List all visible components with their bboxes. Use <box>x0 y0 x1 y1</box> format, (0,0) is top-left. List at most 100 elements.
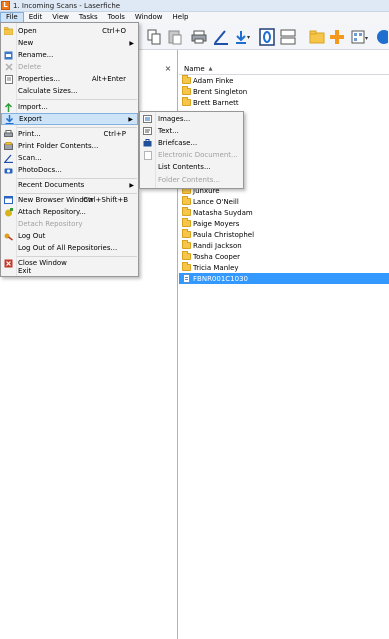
menu-item-label: Rename... <box>18 51 54 59</box>
folder-row[interactable]: Paige Moyers <box>179 218 389 229</box>
menu-item-label: Print... <box>18 130 41 138</box>
entry-name: Brett Barnett <box>193 98 239 107</box>
svg-text:▾: ▾ <box>365 35 368 42</box>
new-folder-icon <box>309 30 325 43</box>
menu-item-label: PhotoDocs... <box>18 166 62 174</box>
menu-item-label: Log Out <box>18 232 46 240</box>
file-menu: Open Ctrl+O New ▶ Rename... Delete Prope… <box>0 22 139 277</box>
folder-row[interactable]: Randi Jackson <box>179 240 389 251</box>
folder-row[interactable]: Tosha Cooper <box>179 251 389 262</box>
workflow-button[interactable] <box>373 27 389 46</box>
export-submenu: Images... Text... Briefcase... Electroni… <box>139 111 244 189</box>
copy-button[interactable] <box>146 27 162 46</box>
submenu-item-images[interactable]: Images... <box>140 113 243 125</box>
menu-item-open[interactable]: Open Ctrl+O <box>1 25 138 37</box>
menu-item-export[interactable]: Export ▶ <box>1 113 138 125</box>
svg-text:▾: ▾ <box>247 34 250 41</box>
menu-item-exit[interactable]: Exit <box>1 267 138 276</box>
folder-icon <box>182 207 191 216</box>
window-title: 1. Incoming Scans - Laserfiche <box>13 1 121 10</box>
menu-item-properties[interactable]: Properties... Alt+Enter <box>1 73 138 85</box>
metadata-icon <box>259 27 275 46</box>
log-out-icon <box>4 232 13 241</box>
submenu-item-briefcase[interactable]: Briefcase... <box>140 137 243 149</box>
menu-item-label: Detach Repository <box>18 220 83 228</box>
menu-item-label: Print Folder Contents... <box>18 142 99 150</box>
entry-name: Natasha Suydam <box>193 208 253 217</box>
paste-icon <box>168 30 182 44</box>
folder-row[interactable]: Tricia Manley <box>179 262 389 273</box>
add-button[interactable] <box>328 27 346 46</box>
briefcase-icon <box>143 139 152 148</box>
entry-name: Paula Christophel <box>193 230 255 239</box>
submenu-item-text[interactable]: Text... <box>140 125 243 137</box>
menu-item-new-browser-window[interactable]: New Browser Window Ctrl+Shift+B <box>1 194 138 206</box>
menu-item-attach-repository[interactable]: Attach Repository... <box>1 206 138 218</box>
paste-button[interactable] <box>167 27 183 46</box>
menu-item-label: Log Out of All Repositories... <box>18 244 118 252</box>
attach-repository-icon <box>4 207 13 217</box>
sort-ascending-icon: ▲ <box>208 66 213 72</box>
print-button[interactable] <box>190 27 208 46</box>
export-button[interactable]: ▾ <box>233 27 251 46</box>
folder-row[interactable]: Paula Christophel <box>179 229 389 240</box>
view-options-button[interactable]: ▾ <box>350 27 370 46</box>
menu-item-log-out-all[interactable]: Log Out of All Repositories... <box>1 242 138 254</box>
name-column-header[interactable]: Name ▲ <box>179 64 389 75</box>
menu-item-detach-repository[interactable]: Detach Repository <box>1 218 138 230</box>
name-column-label: Name <box>184 65 205 73</box>
metadata-button[interactable] <box>258 27 276 46</box>
menu-item-label: Scan... <box>18 154 42 162</box>
submenu-item-list-contents[interactable]: List Contents... <box>140 161 243 173</box>
menu-item-log-out[interactable]: Log Out <box>1 230 138 242</box>
submenu-item-folder-contents[interactable]: Folder Contents... <box>140 174 243 186</box>
menu-item-label: Exit <box>18 267 32 275</box>
menu-item-label: Recent Documents <box>18 181 85 189</box>
folder-icon <box>182 97 191 106</box>
view-options-icon: ▾ <box>351 30 368 43</box>
folder-row[interactable]: Brent Singleton <box>179 86 389 97</box>
folder-icon <box>182 196 191 205</box>
menu-item-label: Folder Contents... <box>158 176 221 184</box>
menu-item-label: Attach Repository... <box>18 208 86 216</box>
submenu-item-electronic-document[interactable]: Electronic Document... <box>140 149 243 161</box>
menu-item-label: Import... <box>18 103 48 111</box>
menu-item-print-folder-contents[interactable]: Print Folder Contents... <box>1 140 138 152</box>
layout-icon <box>280 29 296 44</box>
folder-icon <box>182 251 191 260</box>
copy-icon <box>147 29 161 44</box>
folder-row[interactable]: Lance O'Neill <box>179 196 389 207</box>
document-row[interactable]: FBNR001C1030 <box>179 273 389 284</box>
menu-item-calculate-sizes[interactable]: Calculate Sizes... <box>1 85 138 97</box>
close-pane-icon[interactable]: × <box>163 64 173 74</box>
thumbnails-button[interactable] <box>279 27 297 46</box>
scan-button[interactable] <box>212 27 230 46</box>
menu-item-shortcut: Ctrl+Shift+B <box>83 196 128 204</box>
menu-item-photodocs[interactable]: PhotoDocs... <box>1 164 138 176</box>
folder-icon <box>182 229 191 238</box>
new-window-icon <box>4 196 13 205</box>
entry-name: FBNR001C1030 <box>193 274 248 283</box>
menu-item-label: Calculate Sizes... <box>18 87 78 95</box>
menu-item-recent-documents[interactable]: Recent Documents ▶ <box>1 179 138 191</box>
menu-item-print[interactable]: Print... Ctrl+P <box>1 128 138 140</box>
folder-row[interactable]: Adam Finke <box>179 75 389 86</box>
folder-icon <box>182 262 191 271</box>
plus-icon <box>330 29 344 44</box>
print-folder-icon <box>4 142 13 151</box>
menu-item-new[interactable]: New ▶ <box>1 37 138 49</box>
menu-item-label: Electronic Document... <box>158 151 238 159</box>
menu-item-scan[interactable]: Scan... <box>1 152 138 164</box>
menu-help[interactable]: Help <box>168 12 194 23</box>
folder-row[interactable]: Natasha Suydam <box>179 207 389 218</box>
menu-item-delete[interactable]: Delete <box>1 61 138 73</box>
printer-icon <box>191 30 207 43</box>
entry-name: Tosha Cooper <box>193 252 241 261</box>
entry-name: Lance O'Neill <box>193 197 239 206</box>
folder-row[interactable]: Brett Barnett <box>179 97 389 108</box>
submenu-arrow-icon: ▶ <box>129 181 134 189</box>
new-folder-button[interactable] <box>308 27 326 46</box>
menu-item-label: Text... <box>158 127 179 135</box>
menu-item-rename[interactable]: Rename... <box>1 49 138 61</box>
menu-item-import[interactable]: Import... <box>1 101 138 113</box>
